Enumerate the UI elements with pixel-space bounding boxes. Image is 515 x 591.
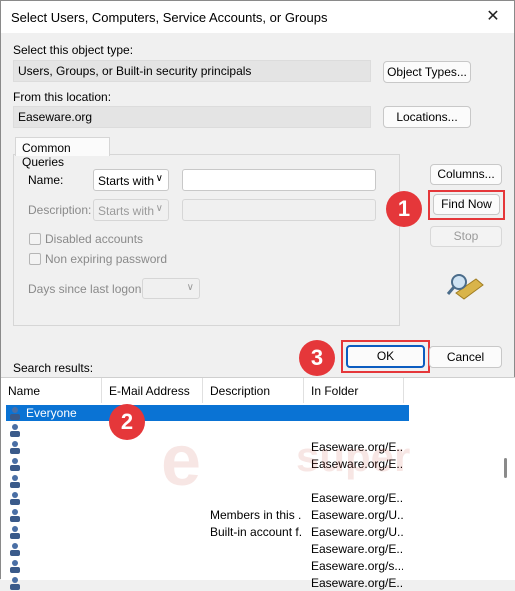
table-cell-folder: Easeware.org/U... — [311, 508, 403, 522]
cancel-button[interactable]: Cancel — [429, 346, 502, 368]
table-row[interactable]: Easeware.org/E... — [1, 456, 501, 472]
column-header-description[interactable]: Description — [203, 378, 304, 403]
chevron-down-icon: ∨ — [186, 282, 194, 293]
table-cell-name: Everyone — [26, 406, 77, 420]
user-icon — [10, 424, 20, 437]
non-expiring-checkbox[interactable] — [29, 253, 41, 265]
user-icon — [10, 475, 20, 488]
step-marker-3: 3 — [299, 340, 335, 376]
column-header-folder[interactable]: In Folder — [304, 378, 404, 403]
stop-button[interactable]: Stop — [430, 226, 502, 247]
user-icon — [10, 458, 20, 471]
chevron-down-icon: ∨ — [155, 203, 163, 214]
results-scrollbar[interactable] — [504, 458, 507, 478]
close-icon[interactable]: ✕ — [482, 6, 504, 28]
user-icon — [10, 526, 20, 539]
name-input[interactable] — [182, 169, 376, 191]
table-row[interactable]: Everyone — [6, 405, 409, 421]
name-label: Name: — [28, 173, 64, 187]
description-mode-value: Starts with — [98, 204, 155, 218]
table-cell-folder: Easeware.org/E... — [311, 491, 403, 505]
table-cell-folder: Easeware.org/E... — [311, 576, 403, 590]
watermark-logo: e — [161, 421, 202, 501]
days-since-logon-select[interactable]: ∨ — [142, 278, 200, 299]
description-input[interactable] — [182, 199, 376, 221]
object-type-field: Users, Groups, or Built-in security prin… — [13, 60, 371, 82]
watermark-text: super — [296, 433, 411, 480]
user-icon — [10, 492, 20, 505]
object-types-button[interactable]: Object Types... — [383, 61, 471, 83]
non-expiring-label: Non expiring password — [45, 252, 168, 266]
search-results-label: Search results: — [13, 361, 94, 375]
table-cell-folder: Easeware.org/U... — [311, 525, 403, 539]
table-cell-folder: Easeware.org/E... — [311, 542, 403, 556]
tab-common-queries[interactable]: Common Queries — [15, 137, 110, 169]
dialog-window: Select Users, Computers, Service Account… — [0, 0, 515, 590]
search-magnifier-icon — [446, 274, 484, 300]
table-row[interactable]: Easeware.org/E... — [1, 541, 501, 557]
table-row[interactable]: Easeware.org/s... — [1, 558, 501, 574]
table-cell-folder: Easeware.org/s... — [311, 559, 403, 573]
column-header-name[interactable]: Name — [1, 378, 102, 403]
location-field: Easeware.org — [13, 106, 371, 128]
table-row[interactable]: Easeware.org/E... — [1, 575, 501, 591]
step-marker-2: 2 — [109, 404, 145, 440]
description-mode-select[interactable]: Starts with ∨ — [93, 199, 169, 221]
days-since-logon-label: Days since last logon: — [28, 282, 145, 296]
user-icon — [10, 441, 20, 454]
object-type-label: Select this object type: — [13, 43, 134, 57]
column-header-email[interactable]: E-Mail Address — [102, 378, 203, 403]
table-cell-description: Members in this ... — [210, 508, 302, 522]
user-icon — [10, 560, 20, 573]
name-mode-value: Starts with — [98, 174, 155, 188]
table-row[interactable] — [1, 473, 501, 489]
title-bar: Select Users, Computers, Service Account… — [1, 1, 514, 33]
disabled-accounts-label: Disabled accounts — [45, 232, 144, 246]
search-results-list[interactable]: Name E-Mail Address Description In Folde… — [1, 377, 515, 590]
table-cell-description: Built-in account f... — [210, 525, 302, 539]
locations-button[interactable]: Locations... — [383, 106, 471, 128]
ok-button[interactable]: OK — [346, 345, 425, 368]
find-now-button[interactable]: Find Now — [433, 194, 500, 215]
user-icon — [10, 543, 20, 556]
table-row[interactable]: Members in this ... Easeware.org/U... — [1, 507, 501, 523]
user-icon — [10, 509, 20, 522]
table-row[interactable]: Built-in account f... Easeware.org/U... — [1, 524, 501, 540]
columns-button[interactable]: Columns... — [430, 164, 502, 185]
user-icon — [10, 577, 20, 590]
chevron-down-icon: ∨ — [155, 173, 163, 184]
location-label: From this location: — [13, 90, 112, 104]
user-icon — [10, 407, 20, 420]
disabled-accounts-checkbox[interactable] — [29, 233, 41, 245]
name-mode-select[interactable]: Starts with ∨ — [93, 169, 169, 191]
table-row[interactable]: Easeware.org/E... — [1, 439, 501, 455]
table-row[interactable] — [1, 422, 501, 438]
step-marker-1: 1 — [386, 191, 422, 227]
window-title: Select Users, Computers, Service Account… — [11, 10, 328, 25]
description-label: Description: — [28, 203, 92, 217]
table-row[interactable]: Easeware.org/E... — [1, 490, 501, 506]
